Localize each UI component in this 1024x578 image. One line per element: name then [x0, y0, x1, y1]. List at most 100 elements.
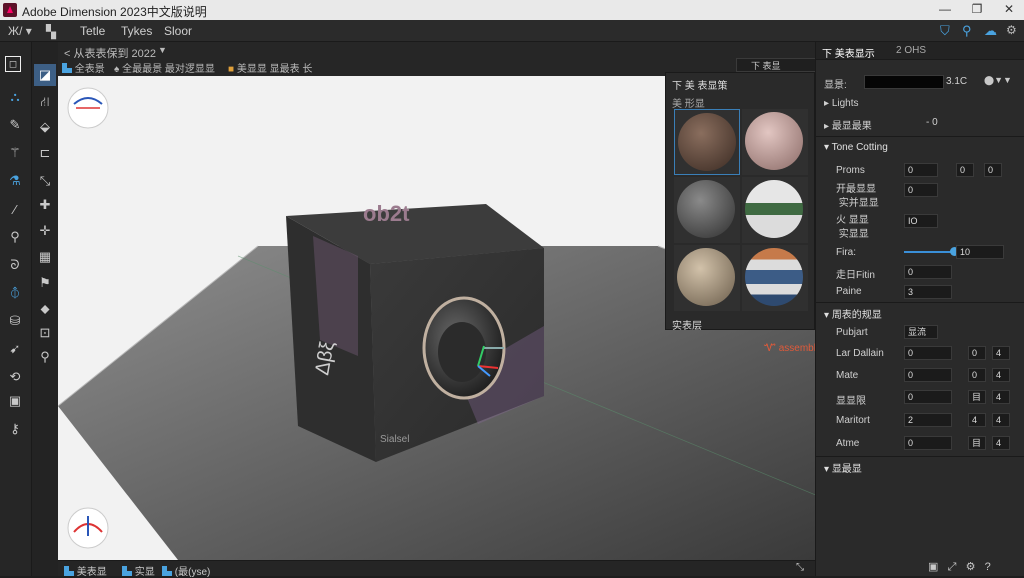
tone-row-3-field[interactable]: IO [904, 214, 938, 228]
tab-properties[interactable]: 下 美表显示 [822, 45, 875, 60]
move-icon[interactable]: ✛ [34, 220, 56, 242]
bucket-tool-icon[interactable]: ⛁ [4, 310, 26, 332]
env-row[interactable]: ▸ 最显最果 [824, 117, 872, 132]
material-ball-grey [677, 180, 735, 238]
chevron-down-icon[interactable]: ▼ [158, 45, 167, 55]
eyedropper-icon[interactable]: ⚗ [4, 170, 26, 192]
tools-bar: ◻ ⛬ ✎ ⚚ ⚗ ⁄ ⚲ ᘐ ⦽ ⛁ ➹ ⟲ ▣ ⚷ [0, 42, 32, 576]
settings-icon[interactable]: ⚙ [966, 561, 976, 573]
brush-tool-icon[interactable]: ⦽ [4, 282, 26, 304]
prop-row-4-field[interactable]: 0 [904, 390, 952, 404]
material-slot-4[interactable] [742, 177, 808, 243]
maximize-button[interactable]: ❐ [962, 2, 992, 18]
export-icon[interactable]: ⤢ [948, 561, 957, 573]
frame-icon[interactable]: ⊡ [34, 322, 56, 344]
tone-row-4-field[interactable]: 10 [956, 245, 1004, 259]
prop-section-header[interactable]: ▾ 周表的规显 [824, 306, 882, 321]
orbit-tool-icon[interactable]: ⛬ [4, 86, 26, 108]
prop-row-5-b[interactable]: 4 [992, 413, 1010, 427]
tone-row-6-field[interactable]: 3 [904, 285, 952, 299]
tone-row-1-field2[interactable]: 0 [956, 163, 974, 177]
prop-row-5-a[interactable]: 4 [968, 413, 986, 427]
fill-icon[interactable]: ⬥ [34, 298, 56, 320]
lights-row[interactable]: ▸ Lights [824, 98, 859, 109]
search-icon[interactable]: ⚲ [34, 346, 56, 368]
prop-row-3-field[interactable]: 0 [904, 368, 952, 382]
scene-value[interactable]: 3.1C [946, 76, 967, 87]
prop-row-1-field[interactable]: 显流 [904, 325, 938, 339]
material-slot-3[interactable] [674, 177, 740, 243]
tone-section-header[interactable]: ▾ Tone Cotting [824, 142, 888, 153]
prop-row-6-field[interactable]: 0 [904, 436, 952, 450]
share-icon[interactable]: ⚲ [962, 23, 972, 39]
prop-row-2-field[interactable]: 0 [904, 346, 952, 360]
material-slot-5[interactable] [674, 245, 740, 311]
plus-icon[interactable]: ✚ [34, 194, 56, 216]
tone-row-1-field[interactable]: 0 [904, 163, 938, 177]
cloud-icon[interactable]: ☁ [984, 23, 997, 39]
close-button[interactable]: ✕ [994, 2, 1024, 18]
eraser-icon[interactable]: ⬙ [34, 116, 56, 138]
arrow-tool-icon[interactable]: ➹ [4, 338, 26, 360]
pan-tool-icon[interactable]: ✎ [4, 114, 26, 136]
crop-icon[interactable]: ⊏ [34, 142, 56, 164]
tone-row-1-field3[interactable]: 0 [984, 163, 1002, 177]
prop-row-6-b[interactable]: 4 [992, 436, 1010, 450]
doc-tab-3-label: 美显显 显最表 长 [236, 64, 313, 75]
material-slot-1[interactable] [674, 109, 740, 175]
fira-slider-track[interactable] [904, 251, 954, 253]
paint-icon[interactable]: ⛙ [34, 92, 56, 114]
scene-color-swatch[interactable] [864, 75, 944, 89]
doc-tab-1[interactable]: ▙ 全表景 [62, 60, 105, 75]
dropper-icon[interactable]: ⚑ [34, 272, 56, 294]
account-icon[interactable]: ⚙ [1006, 23, 1017, 37]
document-title[interactable]: < 从表表保到 2022 [64, 45, 156, 61]
prop-row-2-b[interactable]: 4 [992, 346, 1010, 360]
lights-label: Lights [831, 98, 859, 109]
learn-icon[interactable]: ⛉ [940, 23, 950, 39]
magic-wand-icon[interactable]: ⚚ [4, 142, 26, 164]
material-slot-6[interactable] [742, 245, 808, 311]
tab-actions[interactable]: 2 OHS [896, 45, 926, 56]
panel-filter[interactable]: 下 表显 [736, 58, 816, 72]
save-icon[interactable]: ▣ [928, 561, 938, 573]
materials-header: 下 美 表显策 [672, 81, 728, 92]
zoom-tool-icon[interactable]: ⚲ [4, 226, 26, 248]
last-section-header[interactable]: ▾ 显最显 [824, 460, 862, 475]
scene-dropdown-icon[interactable]: ⬤▼▼ [984, 75, 1012, 86]
help-icon[interactable]: ? [985, 561, 991, 573]
tone-row-2-field[interactable]: 0 [904, 183, 938, 197]
materials-footer: 实表层 [672, 321, 702, 332]
material-slot-2[interactable] [742, 109, 808, 175]
minimize-button[interactable]: — [930, 2, 960, 18]
prop-row-3-b[interactable]: 4 [992, 368, 1010, 382]
key-tool-icon[interactable]: ⚷ [4, 418, 26, 440]
prop-row-4-label: 显显限 [836, 396, 866, 407]
camera-tool-icon[interactable]: ⟲ [4, 366, 26, 388]
prop-row-2-label: Lar Dallain [836, 348, 884, 359]
prop-row-3-a[interactable]: 0 [968, 368, 986, 382]
doc-tab-3[interactable]: ■ 美显显 显最表 长 [228, 60, 312, 75]
menu-item-3[interactable]: Sloor [164, 24, 192, 38]
prop-row-4-a[interactable]: 目 [968, 390, 986, 404]
doc-tab-2[interactable]: ♠ 全最最景 最对逻显显 [114, 60, 215, 75]
prop-row-2-a[interactable]: 0 [968, 346, 986, 360]
select-tool-icon[interactable]: ◻ [5, 56, 21, 72]
material-ball-blue-stripe [745, 248, 803, 306]
collapse-icon[interactable]: ⤡ [796, 562, 804, 573]
prop-row-5-field[interactable]: 2 [904, 413, 952, 427]
layout-icon[interactable]: ▚ [46, 24, 56, 40]
menu-item-2[interactable]: Tykes [121, 24, 152, 38]
pen-tool-icon[interactable]: ⁄ [4, 198, 26, 220]
properties-panel: 下 美表显示 2 OHS 显景: 3.1C ⬤▼▼ ▸ Lights ▸ 最显最… [815, 42, 1024, 576]
prop-row-4-b[interactable]: 4 [992, 390, 1010, 404]
scene-tool-icon[interactable]: ◪ [34, 64, 56, 86]
transform-icon[interactable]: ⤡ [34, 170, 56, 192]
prop-row-6-a[interactable]: 目 [968, 436, 986, 450]
workspace-switcher[interactable]: Ж/ ▾ [8, 24, 32, 38]
render-tool-icon[interactable]: ▣ [4, 390, 26, 412]
tone-row-5-field[interactable]: 0 [904, 265, 952, 279]
grid-icon[interactable]: ▦ [34, 246, 56, 268]
menu-item-1[interactable]: Tetle [80, 24, 105, 38]
lasso-tool-icon[interactable]: ᘐ [4, 254, 26, 276]
